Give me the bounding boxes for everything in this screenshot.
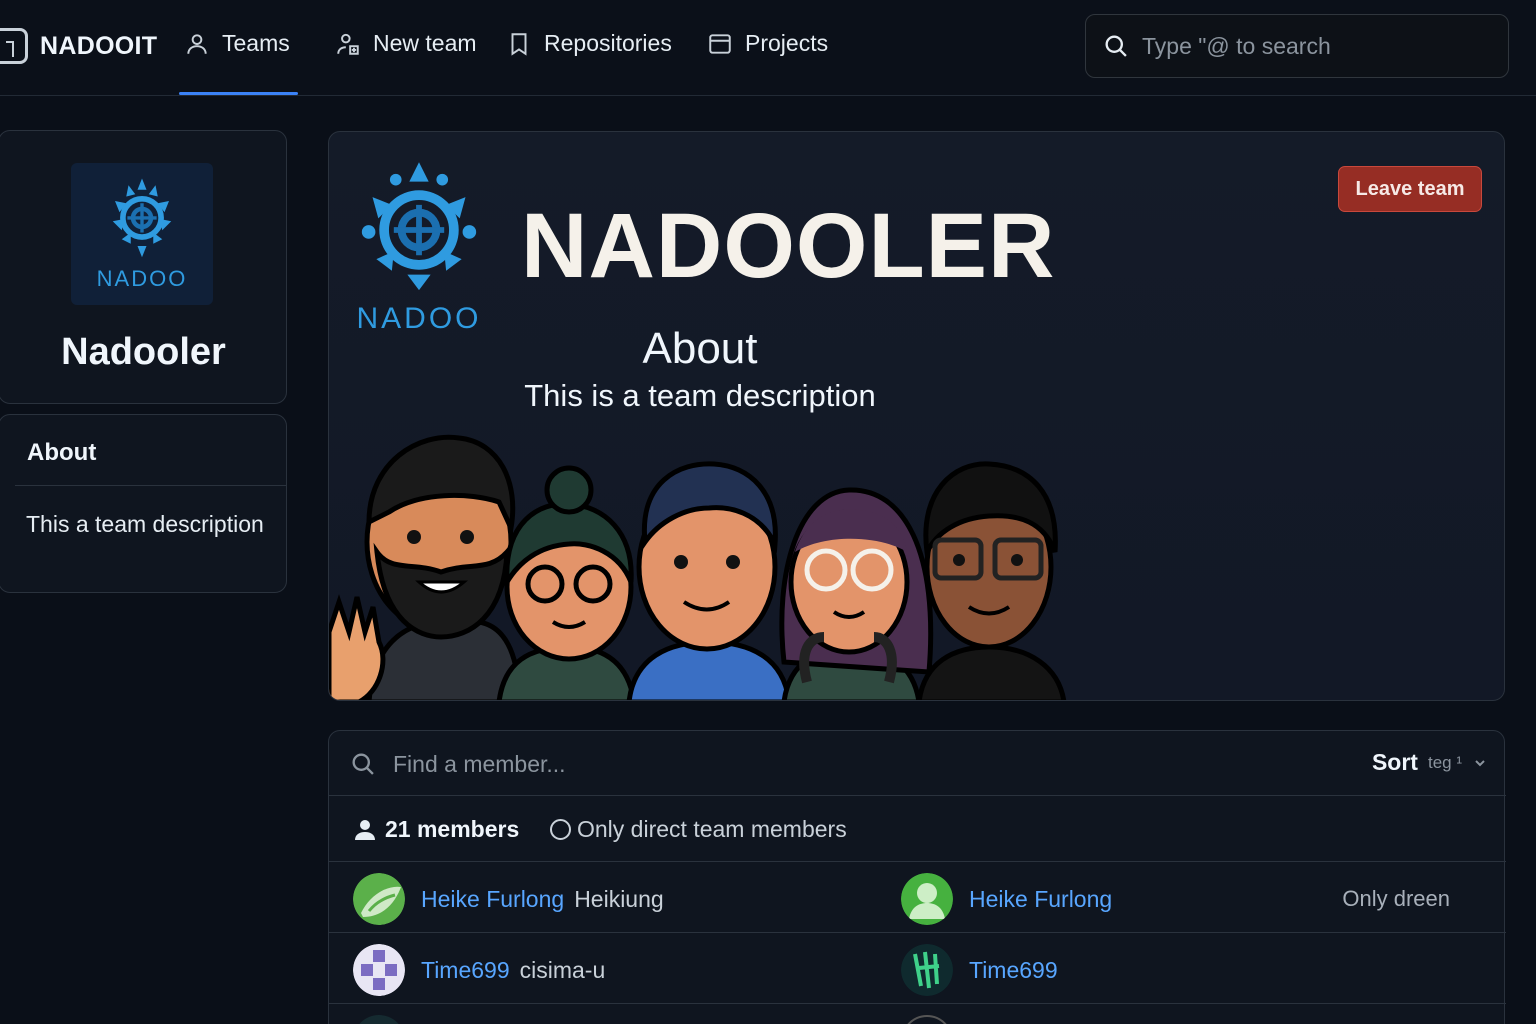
active-tab-indicator (179, 92, 298, 95)
member-row: Time699 cisima-u Time699 (329, 933, 1506, 1004)
chevron-down-icon (1475, 759, 1485, 766)
nav-item-label: New team (373, 30, 477, 56)
member-status: Only dreen (1342, 886, 1450, 911)
nadoo-logo-icon (361, 162, 477, 291)
avatar (353, 873, 405, 925)
member-item[interactable] (901, 1015, 953, 1024)
nav-item-new-team[interactable]: New team (335, 30, 477, 57)
person-dark-glasses-illustration (916, 461, 1067, 700)
member-name-link[interactable]: Time699 (969, 957, 1058, 984)
avatar (353, 1015, 405, 1024)
member-handle: Heikiung (574, 885, 664, 912)
banner-title: NADOOLER (521, 195, 1056, 297)
team-avatar: NADOO (71, 163, 213, 305)
banner-about-text: This is a team description (524, 378, 876, 413)
member-search-input[interactable] (393, 747, 993, 781)
member-row: Heike Furlong Heikiung Heike Furlong Onl… (329, 862, 1506, 933)
banner-logo-text: NADOO (356, 302, 482, 335)
search-icon (352, 753, 374, 775)
leave-team-button[interactable]: Leave team (1338, 166, 1482, 212)
team-illustration (329, 434, 1067, 700)
search-icon (1105, 35, 1127, 57)
team-profile-card: NADOO Nadooler (0, 130, 287, 404)
member-count-text: 21 members (385, 816, 520, 842)
about-description: This a team description (26, 511, 264, 537)
nav-item-label: Projects (745, 30, 829, 56)
nav-item-projects[interactable]: Projects (707, 30, 828, 57)
member-item[interactable] (353, 1015, 405, 1024)
member-row (329, 1004, 1506, 1024)
person-glasses-woman-illustration (496, 465, 637, 700)
member-item[interactable]: Time699 cisima-u (353, 944, 605, 996)
person-bearded-illustration (329, 434, 522, 700)
avatar (901, 944, 953, 996)
global-search-input[interactable] (1142, 32, 1482, 60)
avatar (901, 873, 953, 925)
divider (15, 485, 287, 486)
nav-item-label: Repositories (544, 30, 672, 56)
project-icon (709, 33, 731, 54)
member-item[interactable]: Heike Furlong Heikiung (353, 873, 664, 925)
team-name: Nadooler (61, 331, 226, 373)
member-count-row: 21 members Only direct team members (329, 796, 1506, 862)
banner-about-heading: About (642, 324, 758, 373)
member-name-link[interactable]: Heike Furlong (969, 886, 1112, 913)
nav-item-repositories[interactable]: Repositories (506, 30, 672, 57)
about-card: About This a team description (0, 414, 287, 593)
radio-button[interactable] (550, 819, 571, 840)
member-handle: cisima-u (519, 956, 606, 983)
member-item[interactable]: Time699 (901, 944, 1058, 996)
member-item[interactable]: Heike Furlong (901, 873, 1112, 925)
direct-members-filter[interactable]: Only direct team members (550, 816, 847, 843)
banner-about: About This is a team description (520, 324, 880, 414)
members-panel: Sort teg ¹ 21 members Only direct team m… (328, 730, 1506, 1024)
people-icon (337, 33, 359, 55)
avatar (901, 1015, 953, 1024)
top-navigation: NADOOIT Teams New team Repositories Proj… (0, 0, 1536, 96)
person-purple-hair-illustration (779, 487, 934, 700)
brand[interactable]: NADOOIT (0, 28, 157, 64)
member-name-link[interactable]: Heike Furlong (421, 886, 564, 913)
bookmark-icon (511, 32, 527, 56)
team-logo-text: NADOO (96, 266, 188, 291)
team-banner: NADOO NADOOLER About This is a team desc… (328, 131, 1505, 701)
direct-members-label: Only direct team members (577, 816, 847, 842)
member-count: 21 members (355, 816, 519, 843)
person-blue-shirt-illustration (626, 461, 792, 700)
person-icon (187, 33, 207, 54)
person-icon (355, 819, 375, 840)
member-name-link[interactable]: Time699 (421, 957, 510, 984)
sort-label: Sort (1371, 749, 1418, 775)
sort-dropdown[interactable]: Sort teg ¹ (1372, 749, 1488, 776)
sort-value: teg ¹ (1427, 752, 1462, 772)
global-search[interactable] (1085, 14, 1509, 78)
nav-item-label: Teams (222, 30, 290, 56)
brand-name: NADOOIT (40, 31, 158, 60)
avatar (353, 944, 405, 996)
about-heading: About (27, 439, 97, 466)
nadoo-logo-icon (112, 178, 172, 258)
sidebar-toggle-icon (0, 28, 28, 64)
member-search-row: Sort teg ¹ (329, 731, 1506, 796)
banner-logo: NADOO (355, 162, 483, 336)
nav-item-teams[interactable]: Teams (184, 30, 290, 57)
